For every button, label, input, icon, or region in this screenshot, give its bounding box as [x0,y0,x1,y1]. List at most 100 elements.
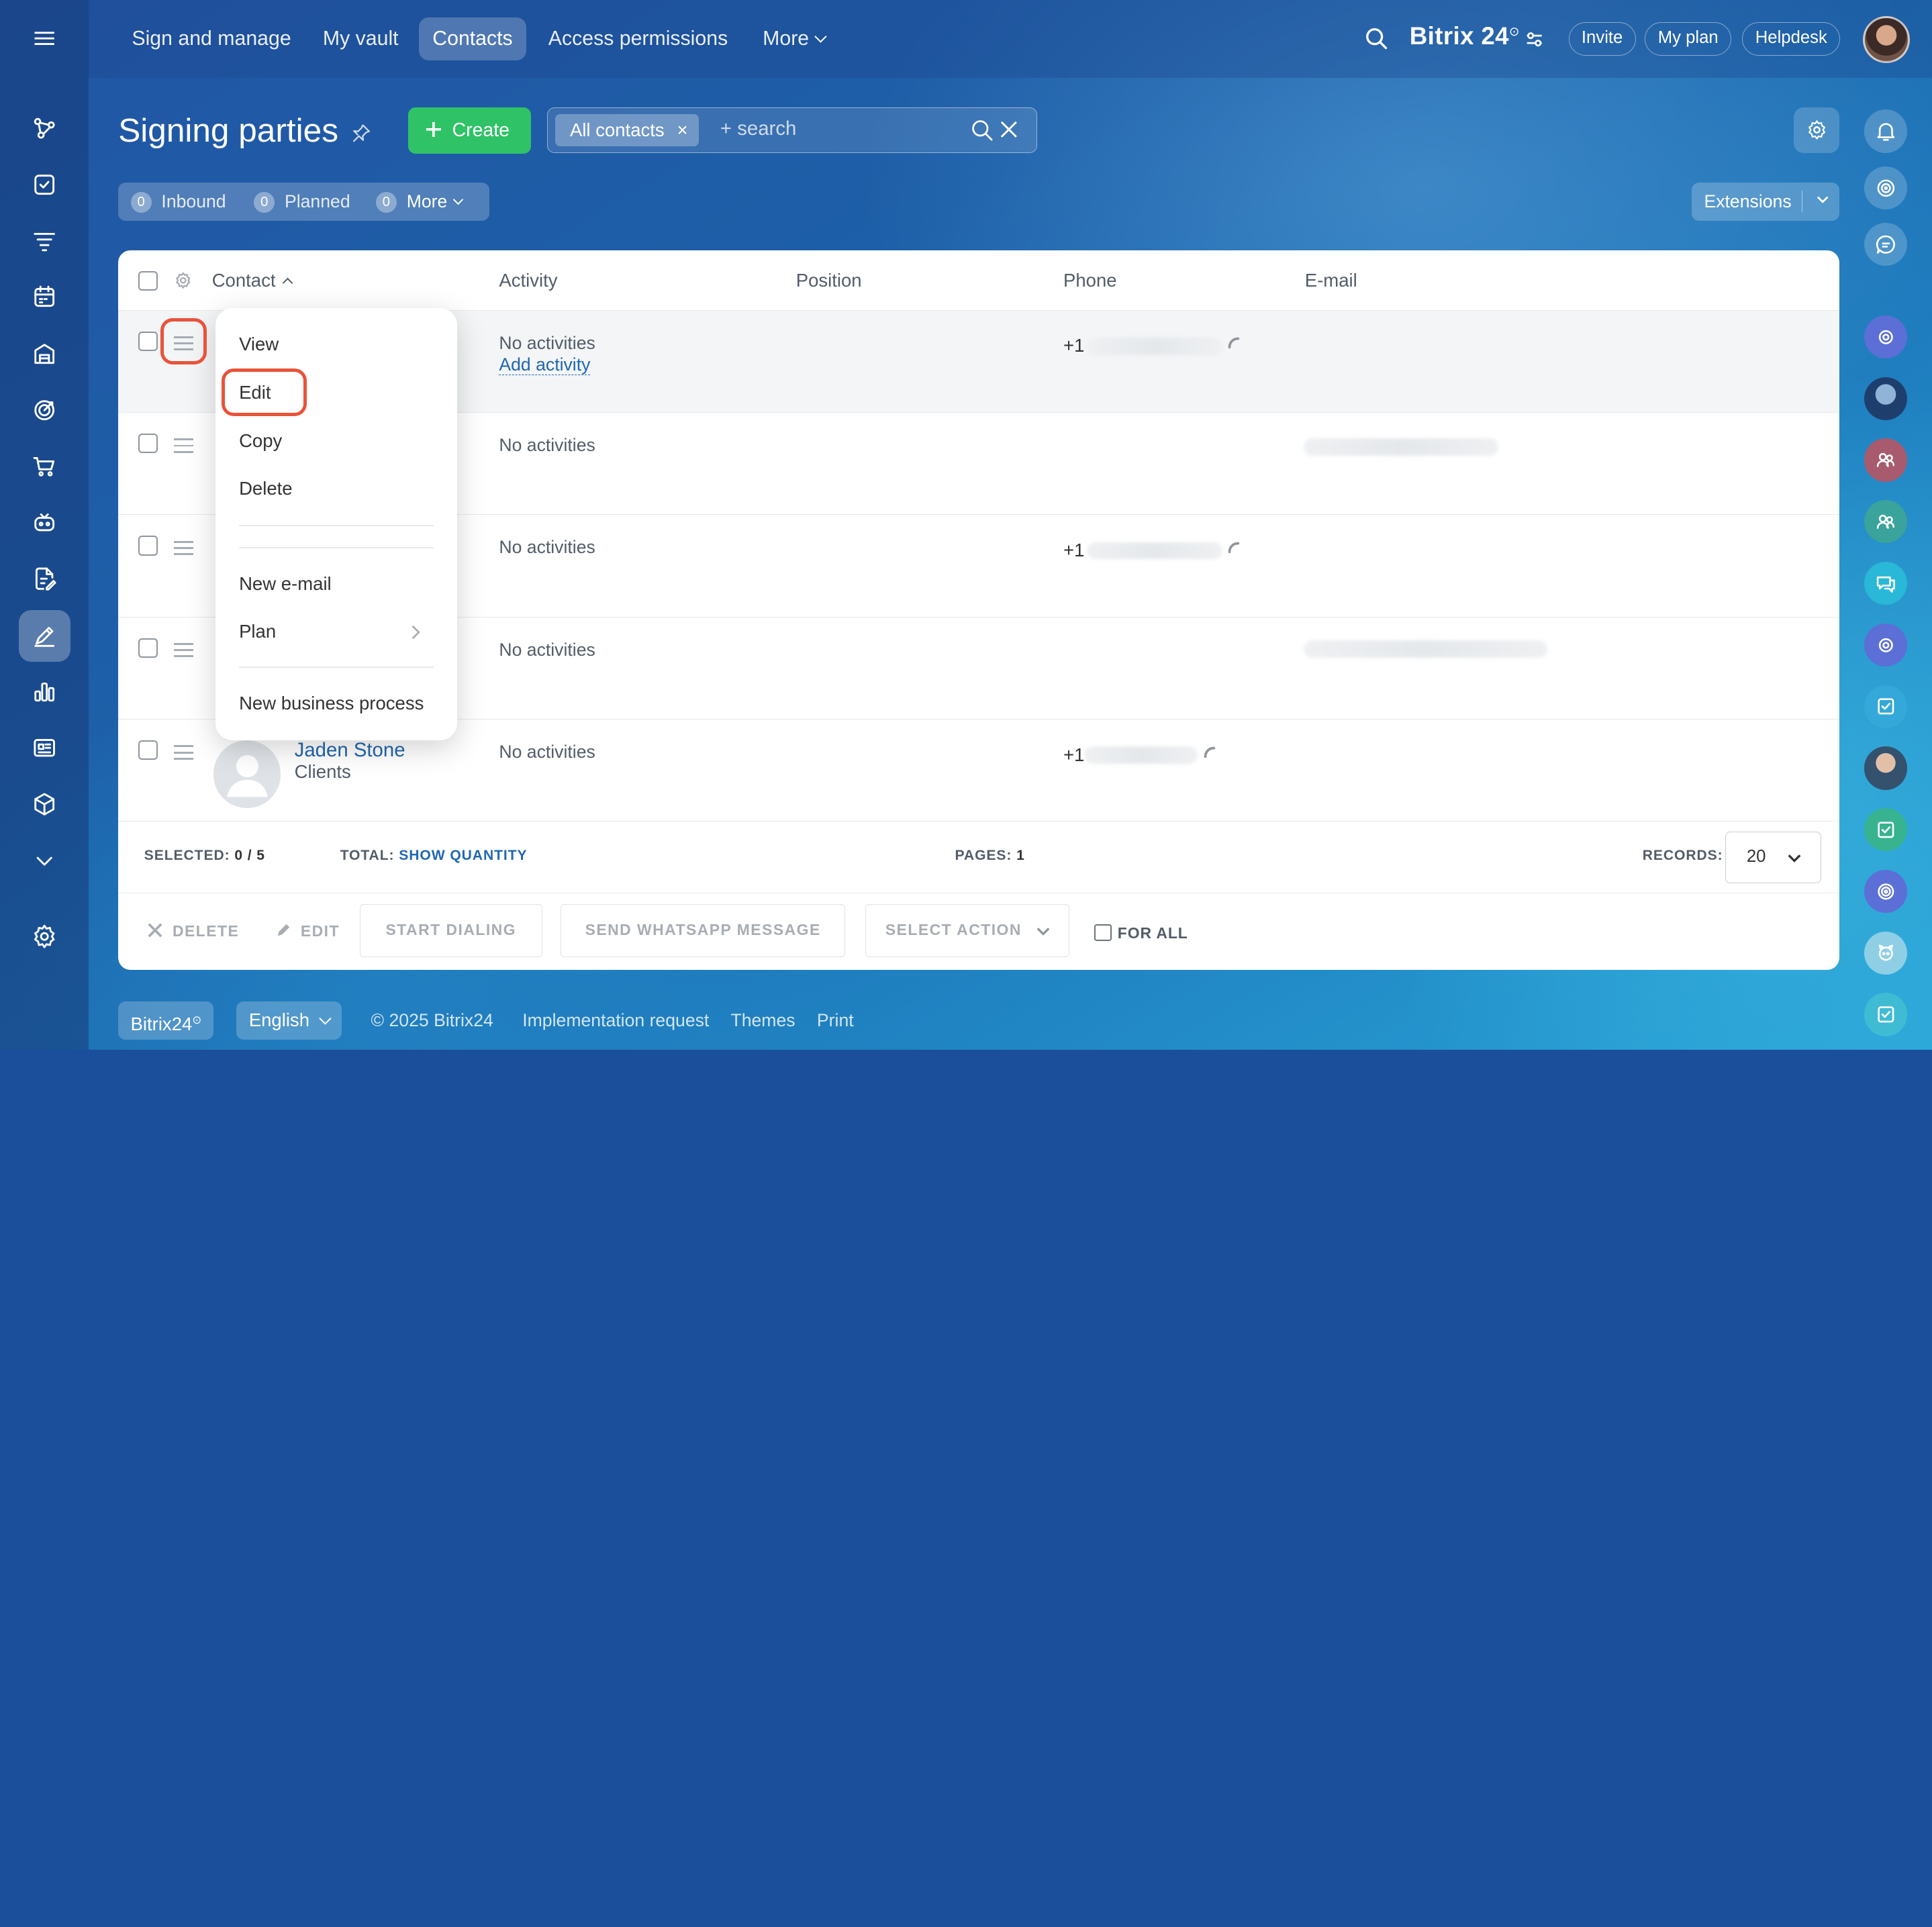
sidebar-item-crm[interactable] [19,102,70,154]
group-chat-icon[interactable] [1864,500,1908,544]
my-plan-button[interactable]: My plan [1645,22,1732,56]
row-checkbox[interactable] [138,638,158,658]
edit-button[interactable]: EDIT [276,914,340,948]
phone-prefix[interactable]: +1 [1063,744,1084,766]
column-header-activity[interactable]: Activity [499,270,557,291]
counter-inbound[interactable]: 0 Inbound [130,183,226,221]
row-menu-icon[interactable] [173,643,194,658]
tasks-chat-icon[interactable] [1864,808,1908,852]
counter-more[interactable]: 0 More [375,183,464,221]
chat-avatar[interactable] [1864,746,1908,790]
tasks-chat-icon[interactable] [1864,993,1908,1036]
nav-sign-and-manage[interactable]: Sign and manage [118,17,305,60]
phone-icon[interactable] [1202,744,1216,759]
sidebar-item-shop[interactable] [19,440,70,491]
menu-item-plan[interactable]: Plan [239,621,276,642]
for-all-checkbox[interactable] [1094,924,1112,942]
sidebar-item-apps[interactable] [19,779,70,830]
nav-more[interactable]: More [749,17,838,60]
row-checkbox[interactable] [138,740,158,760]
sidebar-item-copilot[interactable] [19,497,70,548]
menu-item-view[interactable]: View [239,334,279,355]
sidebar-item-tasks[interactable] [19,159,70,211]
tasks-chat-icon[interactable] [1864,685,1908,728]
counter-planned[interactable]: 0 Planned [254,183,350,221]
copilot-chat-icon[interactable] [1864,315,1908,359]
print-link[interactable]: Print [817,1010,854,1031]
settings-sliders-icon[interactable] [1525,30,1544,49]
select-action-dropdown[interactable]: SELECT ACTION [865,904,1070,958]
copilot-chat-icon[interactable] [1864,623,1908,666]
sidebar-item-news[interactable] [19,722,70,774]
bitrix24-footer-button[interactable]: Bitrix24⊙ [118,1001,214,1040]
notifications-bell-icon[interactable] [1864,109,1908,153]
contact-avatar[interactable] [213,740,281,809]
column-settings-gear-icon[interactable] [174,271,193,290]
sidebar-item-calendar[interactable] [19,271,70,323]
contact-name-link[interactable]: Jaden Stone [295,739,405,762]
menu-item-new-email[interactable]: New e-mail [239,573,332,595]
sidebar-settings-gear-icon[interactable] [19,910,70,962]
column-header-position[interactable]: Position [796,270,862,291]
sidebar-item-inventory[interactable] [19,328,70,379]
copilot-chat-icon[interactable] [1864,869,1908,913]
menu-item-delete[interactable]: Delete [239,478,293,499]
nav-my-vault[interactable]: My vault [309,17,412,60]
column-header-email[interactable]: E-mail [1305,270,1357,291]
remove-filter-icon[interactable]: × [677,114,687,146]
create-button[interactable]: Create [407,107,532,154]
sidebar-item-analytics[interactable] [19,665,70,717]
select-all-checkbox[interactable] [138,270,158,291]
search-icon[interactable] [970,118,995,143]
sidebar-item-documents[interactable] [19,553,70,605]
chat-search-icon[interactable] [1864,223,1908,266]
menu-item-new-business-process[interactable]: New business process [239,693,424,714]
row-menu-icon[interactable] [173,438,194,453]
send-whatsapp-button[interactable]: SEND WHATSAPP MESSAGE [561,904,846,958]
row-menu-icon[interactable] [173,540,194,556]
add-activity-link[interactable]: Add activity [499,354,591,375]
bot-chat-avatar[interactable] [1864,931,1908,975]
page-settings-button[interactable] [1794,107,1840,153]
hamburger-menu-icon[interactable] [19,12,70,64]
implementation-request-link[interactable]: Implementation request [522,1010,709,1031]
pin-icon[interactable] [350,122,372,144]
phone-icon[interactable] [1226,540,1241,554]
clear-search-icon[interactable] [1000,121,1018,138]
user-avatar[interactable] [1863,15,1910,63]
sidebar-item-sign[interactable] [18,609,70,662]
themes-link[interactable]: Themes [730,1010,795,1031]
open-lines-chat-icon[interactable] [1864,561,1908,605]
row-checkbox[interactable] [138,434,158,454]
sidebar-item-funnel[interactable] [19,215,70,267]
language-select[interactable]: English [236,1001,342,1040]
for-all-label[interactable]: FOR ALL [1118,924,1188,942]
chat-avatar[interactable] [1864,377,1908,420]
row-checkbox[interactable] [138,536,158,556]
row-menu-icon[interactable] [173,745,194,760]
start-dialing-button[interactable]: START DIALING [359,904,542,958]
menu-item-copy[interactable]: Copy [239,430,282,452]
invite-button[interactable]: Invite [1568,22,1636,56]
delete-button[interactable]: DELETE [148,914,239,948]
filter-tag-all-contacts[interactable]: All contacts × [554,113,699,146]
column-header-contact[interactable]: Contact [212,270,293,291]
pages-value[interactable]: 1 [1016,848,1025,863]
column-header-phone[interactable]: Phone [1063,270,1117,291]
extensions-button[interactable]: Extensions [1692,182,1840,221]
helpdesk-button[interactable]: Helpdesk [1742,22,1841,56]
show-quantity-link[interactable]: SHOW QUANTITY [399,848,527,863]
row-checkbox[interactable] [138,331,158,352]
search-input[interactable]: + search [720,117,796,140]
phone-prefix[interactable]: +1 [1063,335,1084,356]
copilot-spiral-icon[interactable] [1864,166,1908,210]
phone-prefix[interactable]: +1 [1063,540,1084,561]
sidebar-more-chevron-icon[interactable] [19,835,70,887]
nav-access-permissions[interactable]: Access permissions [535,17,742,60]
nav-contacts[interactable]: Contacts [419,17,526,60]
phone-icon[interactable] [1226,335,1241,350]
records-per-page-select[interactable]: 20 [1725,831,1821,884]
group-chat-icon[interactable] [1864,438,1908,482]
sidebar-item-target[interactable] [19,385,70,436]
filter-search-box[interactable]: All contacts × + search [546,107,1038,153]
